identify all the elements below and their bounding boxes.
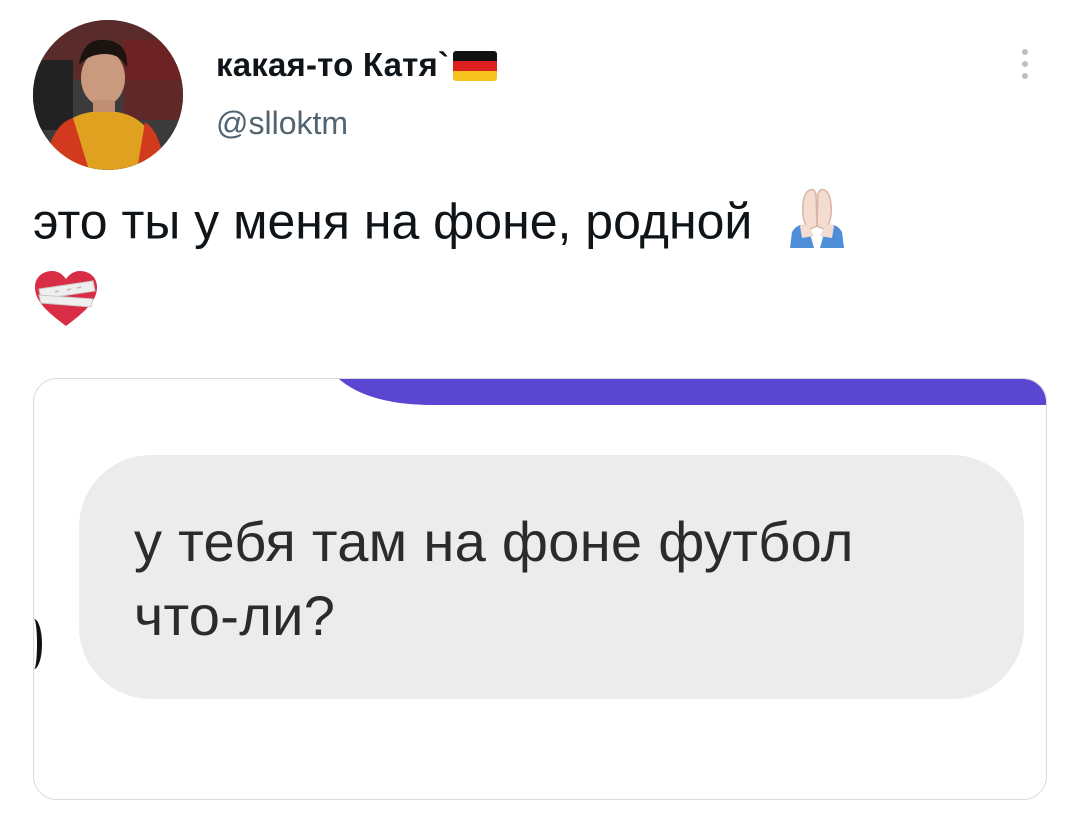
more-vertical-icon (1022, 49, 1028, 55)
mending-heart-icon (33, 269, 99, 344)
more-vertical-icon-dot (1022, 61, 1028, 67)
folded-hands-icon (780, 186, 854, 265)
message-bubble: у тебя там на фоне футбол что-ли? (79, 455, 1024, 699)
attached-image[interactable]: у тебя там на фоне футбол что-ли? (33, 378, 1047, 800)
display-name[interactable]: какая-то Катя` (216, 46, 498, 84)
germany-flag-icon (453, 51, 498, 81)
tweet-text: это ты у меня на фоне, родной (33, 186, 1023, 344)
cropped-avatar-edge (34, 619, 42, 669)
more-vertical-icon-dot (1022, 73, 1028, 79)
avatar-photo (33, 20, 183, 170)
tweet-text-content: это ты у меня на фоне, родной (33, 193, 753, 250)
header-bar (339, 379, 1046, 405)
user-handle[interactable]: @slloktm (216, 105, 348, 142)
message-text: у тебя там на фоне футбол что-ли? (134, 510, 854, 647)
display-name-text: какая-то Катя` (216, 46, 450, 83)
more-options-button[interactable] (1010, 44, 1040, 84)
avatar[interactable] (33, 20, 183, 170)
